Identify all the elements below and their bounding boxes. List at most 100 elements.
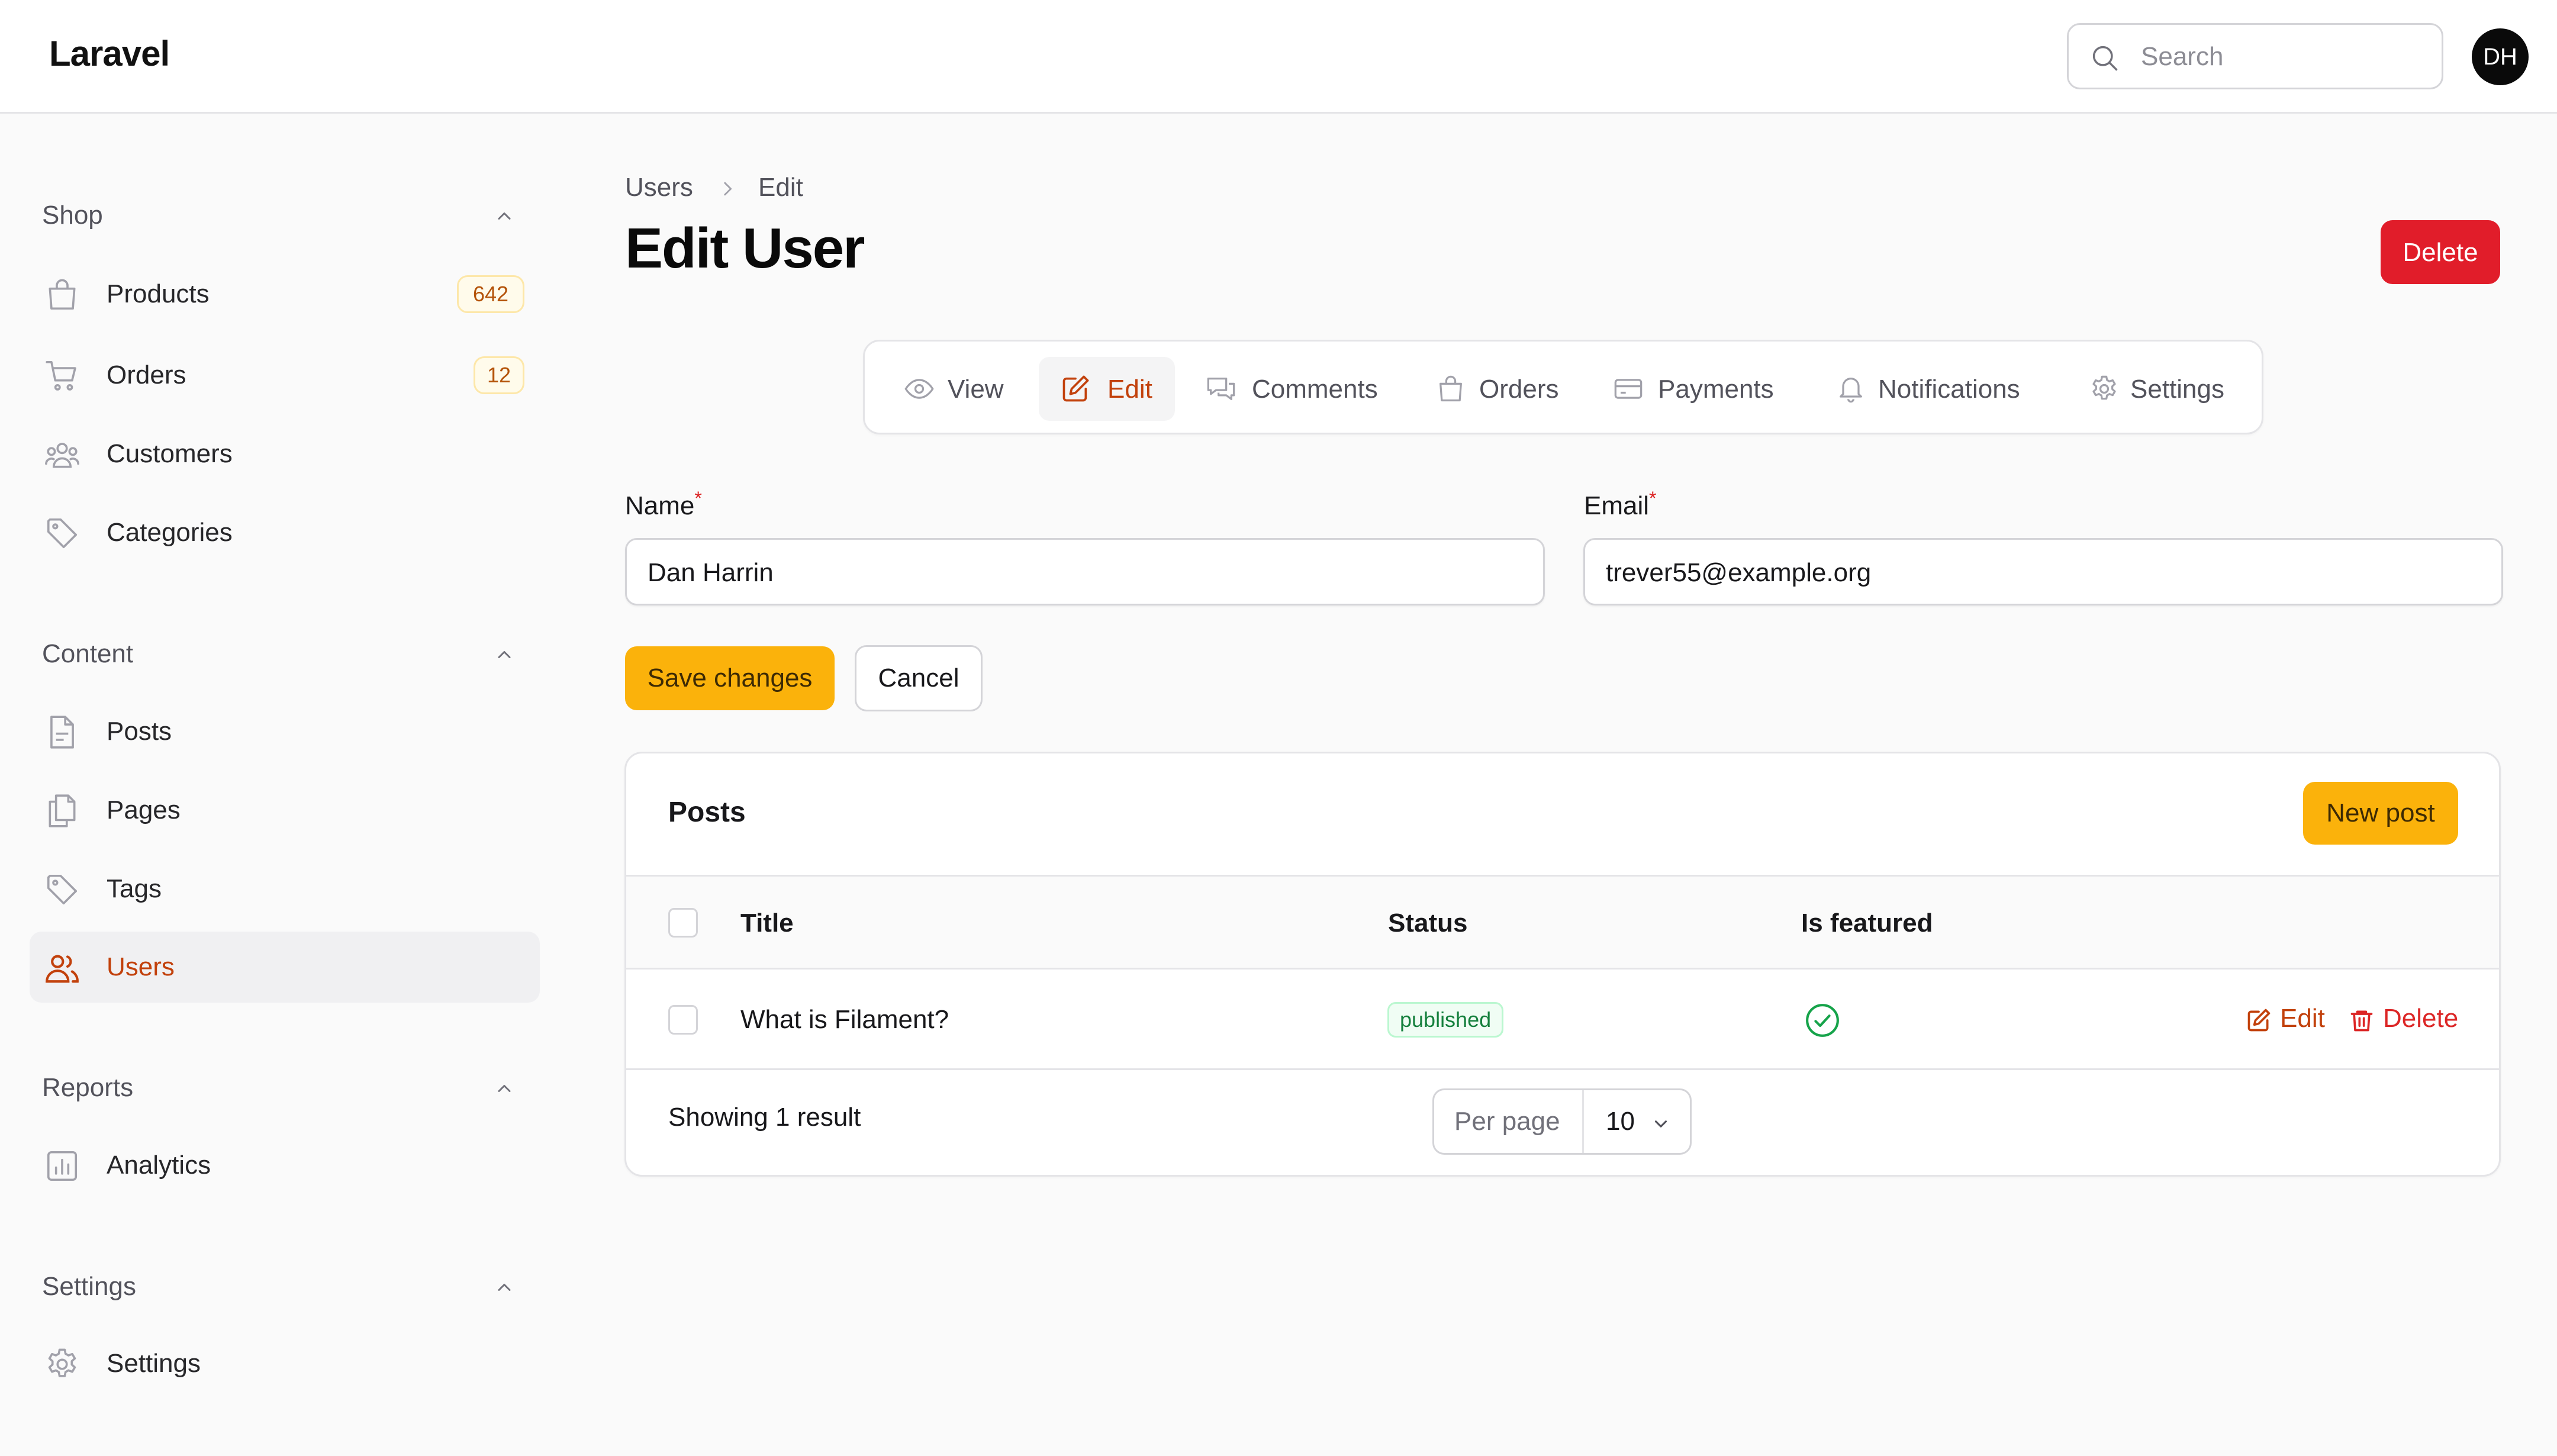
sidebar-group-label: Reports	[42, 1073, 134, 1102]
name-field[interactable]	[625, 538, 1545, 605]
record-tabs: View Edit Comments Orders Payments Notif…	[863, 340, 2263, 434]
chevron-up-icon[interactable]	[494, 1277, 515, 1298]
trash-icon	[2349, 1007, 2375, 1033]
eye-icon	[903, 373, 936, 404]
sidebar-item-pages[interactable]: Pages	[30, 775, 540, 846]
tag-icon	[44, 515, 80, 552]
breadcrumb-current: Edit	[758, 173, 803, 202]
sidebar-item-label: Settings	[107, 1349, 201, 1378]
delete-user-button[interactable]: Delete	[2381, 220, 2500, 284]
breadcrumb-link-users[interactable]: Users	[625, 173, 693, 202]
new-post-button[interactable]: New post	[2303, 782, 2458, 845]
required-mark: *	[1649, 488, 1657, 509]
name-field-label: Name*	[625, 488, 702, 521]
sidebar-group-content[interactable]: Content	[42, 636, 527, 671]
divider	[1582, 1090, 1584, 1153]
sidebar-item-categories[interactable]: Categories	[30, 497, 540, 568]
sidebar-item-label: Categories	[107, 518, 233, 547]
sidebar-item-label: Pages	[107, 795, 181, 824]
status-badge: published	[1387, 1002, 1504, 1038]
row-edit-label: Edit	[2280, 1004, 2325, 1033]
sidebar-group-label: Settings	[42, 1272, 136, 1301]
credit-card-icon	[1612, 373, 1645, 404]
tab-label: Settings	[2130, 375, 2224, 404]
shopping-bag-icon	[44, 276, 80, 313]
select-all-checkbox[interactable]	[668, 908, 698, 938]
chevron-down-icon	[1651, 1114, 1671, 1134]
tab-edit[interactable]: Edit	[1039, 357, 1175, 421]
tab-label: Orders	[1479, 375, 1559, 404]
sidebar-group-reports[interactable]: Reports	[42, 1070, 527, 1105]
tab-payments[interactable]: Payments	[1605, 357, 1800, 421]
brand-logo[interactable]: Laravel	[49, 33, 170, 74]
chevron-up-icon[interactable]	[494, 644, 515, 665]
tab-label: Payments	[1658, 375, 1774, 404]
save-changes-button[interactable]: Save changes	[625, 646, 835, 710]
tab-settings[interactable]: Settings	[2082, 357, 2247, 421]
tab-orders[interactable]: Orders	[1427, 357, 1575, 421]
name-input[interactable]	[646, 554, 1525, 592]
column-header-title[interactable]: Title	[740, 909, 794, 938]
documents-icon	[44, 793, 80, 829]
tag-icon	[44, 871, 80, 908]
sidebar-item-analytics[interactable]: Analytics	[30, 1130, 540, 1201]
tab-comments[interactable]: Comments	[1196, 357, 1397, 421]
sidebar-group-label: Shop	[42, 201, 103, 230]
shopping-bag-icon	[1435, 373, 1466, 404]
sidebar-item-label: Analytics	[107, 1151, 211, 1180]
count-badge: 12	[474, 356, 524, 394]
per-page-label: Per page	[1454, 1107, 1560, 1136]
required-mark: *	[694, 488, 702, 509]
row-delete-action[interactable]: Delete	[2349, 1004, 2467, 1039]
row-edit-action[interactable]: Edit	[2246, 1004, 2334, 1039]
check-circle-icon	[1804, 1002, 1841, 1039]
sidebar-item-label: Users	[107, 952, 175, 981]
per-page-value: 10	[1606, 1107, 1635, 1136]
pencil-square-icon	[1060, 373, 1091, 404]
chevron-up-icon[interactable]	[494, 205, 515, 227]
email-field[interactable]	[1583, 538, 2503, 605]
sidebar-item-users[interactable]: Users	[30, 932, 540, 1003]
posts-table-title: Posts	[668, 797, 746, 828]
cancel-button[interactable]: Cancel	[855, 645, 983, 711]
users-group-icon	[44, 436, 80, 473]
sidebar-item-label: Orders	[107, 360, 186, 389]
tab-label: Comments	[1252, 375, 1378, 404]
sidebar-item-posts[interactable]: Posts	[30, 696, 540, 767]
email-input[interactable]	[1605, 554, 2483, 592]
table-header: Title Status Is featured	[626, 875, 2499, 969]
sidebar-group-shop[interactable]: Shop	[42, 197, 527, 233]
table-row[interactable]: What is Filament? published Edit Delete	[626, 969, 2499, 1070]
column-header-status[interactable]: Status	[1388, 909, 1467, 938]
per-page-select[interactable]: Per page 10	[1432, 1088, 1692, 1155]
chevron-up-icon[interactable]	[494, 1078, 515, 1099]
page-title: Edit User	[625, 217, 865, 280]
chart-icon	[44, 1148, 80, 1184]
chat-bubbles-icon	[1205, 373, 1238, 404]
sidebar-item-orders[interactable]: Orders 12	[30, 340, 540, 411]
count-badge: 642	[457, 275, 524, 313]
search-input[interactable]	[2140, 37, 2426, 77]
sidebar-group-settings[interactable]: Settings	[42, 1268, 527, 1304]
sidebar-item-settings[interactable]: Settings	[30, 1328, 540, 1399]
row-select-checkbox[interactable]	[668, 1005, 698, 1035]
gear-icon	[2089, 373, 2120, 404]
document-icon	[44, 714, 80, 750]
avatar[interactable]: DH	[2472, 28, 2529, 85]
post-title-cell: What is Filament?	[740, 1005, 949, 1034]
sidebar-item-tags[interactable]: Tags	[30, 853, 540, 925]
row-delete-label: Delete	[2383, 1004, 2459, 1033]
sidebar-item-label: Tags	[107, 874, 162, 903]
pagination-summary: Showing 1 result	[668, 1103, 861, 1132]
tab-view[interactable]: View	[893, 357, 1017, 421]
tab-notifications[interactable]: Notifications	[1828, 357, 2053, 421]
search-box[interactable]	[2067, 23, 2443, 89]
pencil-square-icon	[2246, 1007, 2272, 1033]
sidebar-item-customers[interactable]: Customers	[30, 418, 540, 489]
chevron-right-icon	[717, 179, 738, 199]
column-header-is-featured[interactable]: Is featured	[1801, 909, 1933, 938]
posts-table-card: Posts New post Title Status Is featured …	[624, 752, 2501, 1177]
sidebar-item-products[interactable]: Products 642	[30, 259, 540, 330]
tab-label: Notifications	[1878, 375, 2020, 404]
email-label-text: Email	[1584, 491, 1650, 520]
